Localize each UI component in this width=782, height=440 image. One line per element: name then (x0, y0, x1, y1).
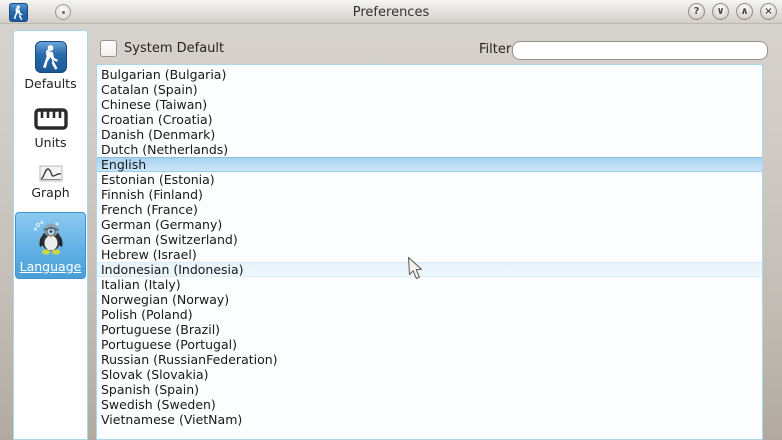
language-list-item[interactable]: Hebrew (Israel) (97, 247, 762, 262)
sidebar-item-defaults[interactable]: Defaults (15, 38, 86, 94)
language-list-item[interactable]: German (Switzerland) (97, 232, 762, 247)
language-list-item[interactable]: Bulgarian (Bulgaria) (97, 67, 762, 82)
language-list-item[interactable]: Catalan (Spain) (97, 82, 762, 97)
language-list-item[interactable]: Portuguese (Portugal) (97, 337, 762, 352)
sidebar-item-label: Units (35, 135, 67, 150)
sidebar-item-graph[interactable]: Graph (15, 162, 86, 203)
close-button[interactable]: × (760, 3, 777, 20)
ruler-icon (34, 106, 68, 132)
close-icon: × (764, 7, 772, 17)
system-default-checkbox[interactable] (100, 40, 117, 57)
sidebar: Defaults Units Graph Langua (13, 30, 88, 440)
window-title: Preferences (0, 0, 782, 24)
language-list-item[interactable]: Italian (Italy) (97, 277, 762, 292)
sidebar-item-language[interactable]: Language (15, 212, 86, 279)
maximize-button[interactable]: ∧ (736, 3, 753, 20)
filter-label: Filter (479, 42, 511, 57)
language-list-item[interactable]: Polish (Poland) (97, 307, 762, 322)
language-list-item[interactable]: Russian (RussianFederation) (97, 352, 762, 367)
sidebar-item-units[interactable]: Units (15, 103, 86, 153)
question-icon: ? (694, 7, 700, 17)
filter-input[interactable] (512, 41, 768, 60)
language-list-item[interactable]: German (Germany) (97, 217, 762, 232)
sidebar-item-label: Graph (31, 185, 69, 200)
language-list-item[interactable]: Portuguese (Brazil) (97, 322, 762, 337)
titlebar: Preferences ? ∨ ∧ × (0, 0, 782, 24)
sidebar-item-label: Language (20, 259, 82, 274)
language-list-item[interactable]: Croatian (Croatia) (97, 112, 762, 127)
language-list-item[interactable]: Norwegian (Norway) (97, 292, 762, 307)
system-default-label: System Default (124, 41, 224, 56)
help-button[interactable]: ? (688, 3, 705, 20)
language-list-item[interactable]: Indonesian (Indonesia) (97, 262, 762, 277)
window-buttons: ? ∨ ∧ × (688, 3, 777, 20)
language-list-item[interactable]: English (97, 157, 762, 172)
preferences-window: Preferences ? ∨ ∧ × Defaults Units Graph (0, 0, 782, 440)
language-list-item[interactable]: Chinese (Taiwan) (97, 97, 762, 112)
sidebar-item-label: Defaults (24, 76, 76, 91)
minimize-button[interactable]: ∨ (712, 3, 729, 20)
language-list[interactable]: Bulgarian (Bulgaria)Catalan (Spain)Chine… (96, 64, 763, 440)
language-list-item[interactable]: Spanish (Spain) (97, 382, 762, 397)
language-list-item[interactable]: Vietnamese (VietNam) (97, 412, 762, 427)
graph-icon (39, 165, 63, 182)
language-list-item[interactable]: Estonian (Estonia) (97, 172, 762, 187)
hiker-icon (35, 41, 67, 73)
penguin-icon (31, 218, 71, 256)
language-list-item[interactable]: Dutch (Netherlands) (97, 142, 762, 157)
language-list-item[interactable]: Danish (Denmark) (97, 127, 762, 142)
language-list-item[interactable]: Swedish (Sweden) (97, 397, 762, 412)
language-list-item[interactable]: French (France) (97, 202, 762, 217)
chevron-down-icon: ∨ (716, 7, 724, 17)
language-list-item[interactable]: Slovak (Slovakia) (97, 367, 762, 382)
chevron-up-icon: ∧ (740, 7, 748, 17)
language-list-item[interactable]: Finnish (Finland) (97, 187, 762, 202)
